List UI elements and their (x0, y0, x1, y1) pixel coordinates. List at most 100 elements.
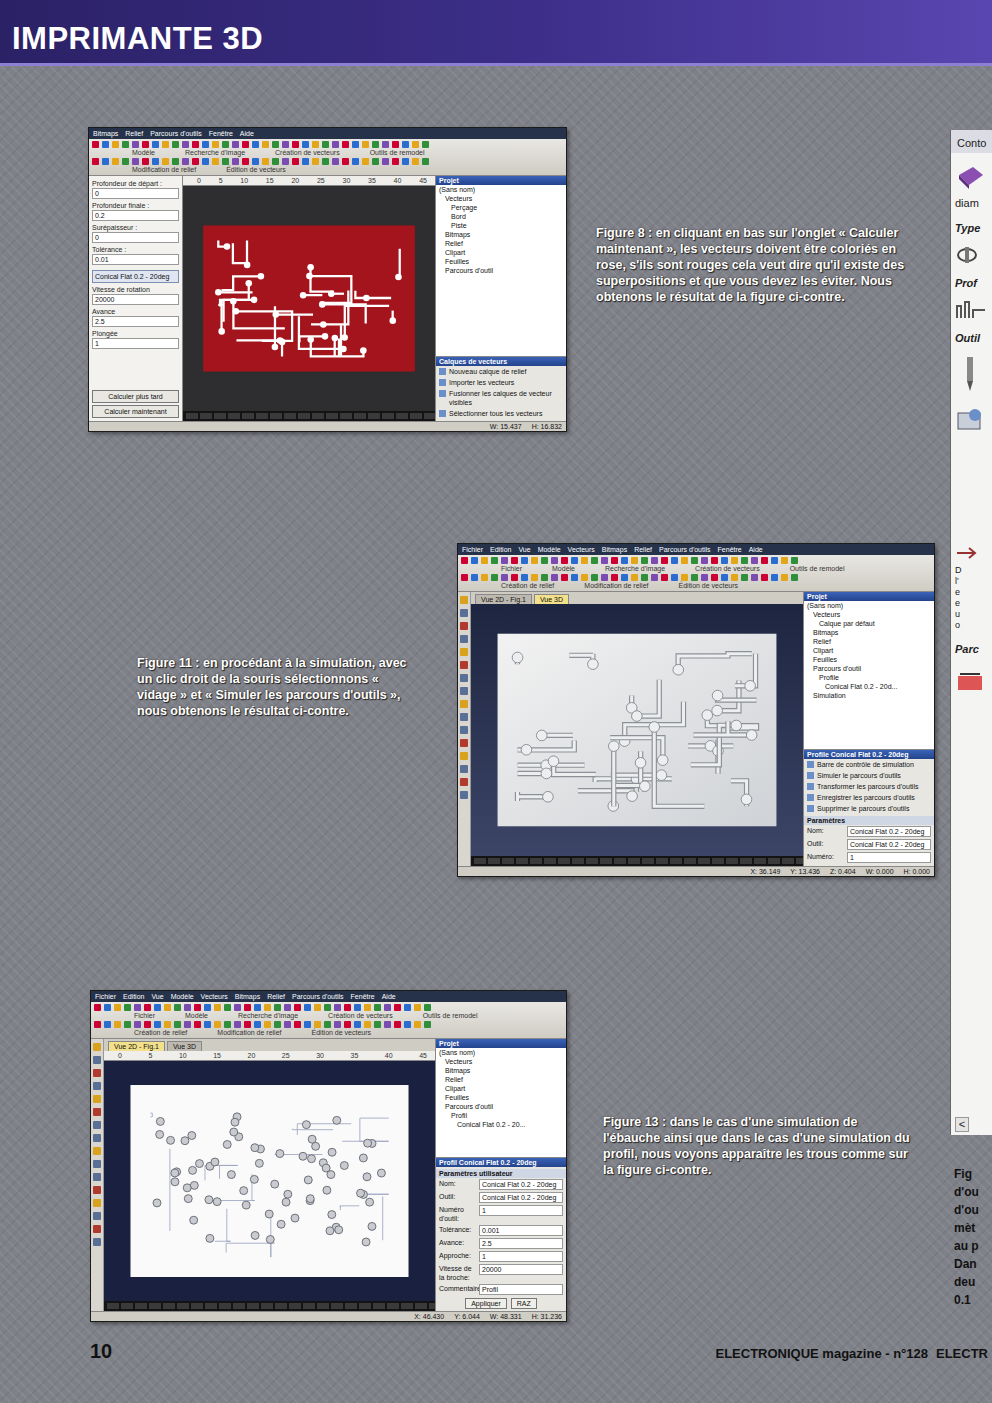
tool-icon[interactable] (232, 141, 239, 148)
tool-icon[interactable] (142, 158, 149, 165)
palette-swatch[interactable] (345, 1303, 357, 1309)
tool-icon[interactable] (631, 574, 638, 581)
panel-button[interactable]: RAZ (511, 1298, 537, 1309)
tree-node[interactable]: Feuilles (436, 257, 566, 266)
tool-icon[interactable] (242, 158, 249, 165)
tree-node[interactable]: Parcours d'outil (804, 664, 934, 673)
tool-icon[interactable] (134, 1021, 141, 1028)
tool-icon[interactable] (184, 1021, 191, 1028)
menu-item[interactable]: Vue (151, 992, 163, 1001)
menu-item[interactable]: Vecteurs (568, 545, 595, 554)
menu-item[interactable]: Aide (749, 545, 763, 554)
tool-icon[interactable] (282, 141, 289, 148)
tool-icon[interactable] (262, 141, 269, 148)
tool-icon[interactable] (392, 141, 399, 148)
tool-icon[interactable] (154, 1004, 161, 1011)
tool-icon[interactable] (460, 726, 468, 734)
tool-icon[interactable] (112, 158, 119, 165)
palette-swatch[interactable] (474, 858, 486, 864)
menu-item[interactable]: Vue (518, 545, 530, 554)
tool-icon[interactable] (192, 141, 199, 148)
tree-node[interactable]: Parcours d'outil (436, 1102, 566, 1111)
tool-icon[interactable] (132, 158, 139, 165)
tool-icon[interactable] (274, 1004, 281, 1011)
field-input[interactable]: Conical Flat 0.2 - 20deg (847, 826, 931, 837)
field-input[interactable]: 1 (479, 1251, 563, 1262)
tool-icon[interactable] (274, 1021, 281, 1028)
tool-icon[interactable] (304, 1004, 311, 1011)
palette-swatch[interactable] (256, 413, 268, 419)
view-tab[interactable]: Vue 3D (167, 1041, 202, 1051)
field-input[interactable]: 0.001 (479, 1225, 563, 1236)
menu-item[interactable]: Fenêtre (718, 545, 742, 554)
palette-swatch[interactable] (219, 1303, 231, 1309)
tool-icon[interactable] (93, 1186, 101, 1194)
menu-item[interactable]: Fichier (95, 992, 116, 1001)
field-input[interactable]: Conical Flat 0.2 - 20deg (847, 839, 931, 850)
tool-icon[interactable] (460, 648, 468, 656)
tool-icon[interactable] (272, 141, 279, 148)
tool-icon[interactable] (382, 158, 389, 165)
tree-node[interactable]: Conical Flat 0.2 - 20d... (804, 682, 934, 691)
tool-icon[interactable] (154, 1021, 161, 1028)
view-tab[interactable]: Vue 3D (534, 594, 569, 604)
tool-icon[interactable] (641, 557, 648, 564)
tree-node[interactable]: Calque par défaut (804, 619, 934, 628)
tool-icon[interactable] (104, 1021, 111, 1028)
tool-icon[interactable] (324, 1021, 331, 1028)
tree-node[interactable]: Vecteurs (804, 610, 934, 619)
tool-icon[interactable] (711, 557, 718, 564)
tool-icon[interactable] (332, 141, 339, 148)
tool-icon[interactable] (581, 557, 588, 564)
tool-icon[interactable] (460, 791, 468, 799)
tool-icon[interactable] (162, 158, 169, 165)
tool-icon[interactable] (412, 141, 419, 148)
design-canvas[interactable] (471, 604, 803, 856)
tool-icon[interactable] (460, 609, 468, 617)
tool-icon[interactable] (721, 574, 728, 581)
tool-icon[interactable] (521, 574, 528, 581)
palette-swatch[interactable] (289, 1303, 301, 1309)
tool-icon[interactable] (144, 1021, 151, 1028)
tool-icon[interactable] (254, 1021, 261, 1028)
tool-icon[interactable] (424, 1004, 431, 1011)
menu-item[interactable]: Modèle (538, 545, 561, 554)
menu-item[interactable]: Parcours d'outils (150, 129, 202, 138)
tool-icon[interactable] (601, 574, 608, 581)
tool-icon[interactable] (344, 1021, 351, 1028)
menu-item[interactable]: Bitmaps (93, 129, 118, 138)
next-page-text[interactable]: < (955, 1117, 969, 1132)
tool-icon[interactable] (144, 1004, 151, 1011)
palette-swatch[interactable] (488, 858, 500, 864)
tree-node[interactable]: Vecteurs (436, 194, 566, 203)
tool-icon[interactable] (671, 557, 678, 564)
palette-swatch[interactable] (177, 1303, 189, 1309)
tool-icon[interactable] (671, 574, 678, 581)
tool-icon[interactable] (701, 574, 708, 581)
tool-icon[interactable] (122, 158, 129, 165)
design-canvas[interactable] (183, 186, 435, 411)
menu-item[interactable]: Vecteurs (201, 992, 228, 1001)
tree-node[interactable]: Feuilles (436, 1093, 566, 1102)
tool-icon[interactable] (392, 158, 399, 165)
tool-icon[interactable] (460, 713, 468, 721)
tool-icon[interactable] (102, 141, 109, 148)
tool-icon[interactable] (312, 141, 319, 148)
tool-icon[interactable] (114, 1021, 121, 1028)
tool-icon[interactable] (374, 1004, 381, 1011)
palette-swatch[interactable] (359, 1303, 371, 1309)
tool-icon[interactable] (142, 141, 149, 148)
tool-icon[interactable] (491, 574, 498, 581)
tree-node[interactable]: Perçage (436, 203, 566, 212)
tool-icon[interactable] (561, 574, 568, 581)
palette-swatch[interactable] (754, 858, 766, 864)
tool-icon[interactable] (164, 1004, 171, 1011)
menu-item[interactable]: Modèle (171, 992, 194, 1001)
tool-icon[interactable] (471, 574, 478, 581)
panel-action[interactable]: Transformer les parcours d'outils (804, 781, 934, 792)
tool-icon[interactable] (372, 141, 379, 148)
palette-swatch[interactable] (275, 1303, 287, 1309)
tree-node[interactable]: Bord (436, 212, 566, 221)
tool-icon[interactable] (460, 687, 468, 695)
palette-swatch[interactable] (340, 413, 352, 419)
